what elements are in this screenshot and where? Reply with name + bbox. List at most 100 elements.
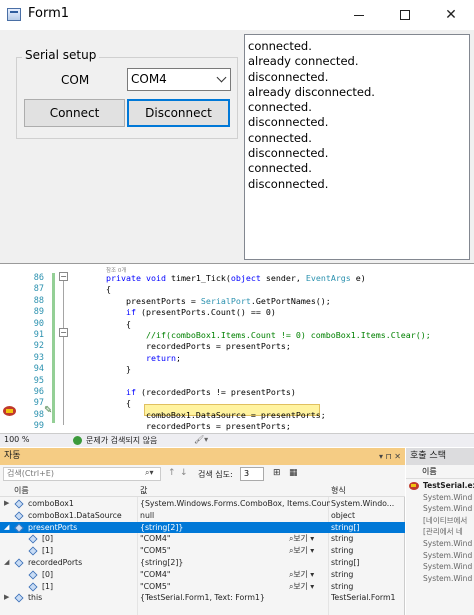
code-line[interactable]: 86 private void timer1_Tick(object sender…: [0, 273, 474, 284]
edit-pencil-icon: ✎: [44, 405, 53, 416]
code-text: {: [106, 318, 131, 329]
com-port-value: COM4: [131, 72, 167, 86]
visualizer-button[interactable]: ⌕보기 ▾: [289, 533, 314, 545]
log-textbox[interactable]: connected. already connected. disconnected…: [244, 34, 470, 260]
search-input[interactable]: 검색(Ctrl+E): [3, 467, 161, 481]
code-line[interactable]: 89 if (presentPorts.Count() == 0): [0, 307, 474, 318]
visualizer-button[interactable]: ⌕보기 ▾: [289, 545, 314, 557]
code-line[interactable]: 97 {: [0, 398, 474, 409]
code-line[interactable]: 88 presentPorts = SerialPort.GetPortName…: [0, 296, 474, 307]
chevron-down-icon: [216, 72, 227, 83]
zoom-level[interactable]: 100 %: [4, 435, 29, 444]
visualizer-button[interactable]: ⌕보기 ▾: [289, 569, 314, 581]
arrow-up-icon[interactable]: ↑: [168, 468, 176, 478]
autos-row[interactable]: ▶ comboBox1 {System.Windows.Forms.ComboBox…: [0, 498, 405, 510]
line-number: 86: [33, 273, 44, 283]
autos-row[interactable]: [1] "COM5" ⌕보기 ▾ string: [0, 581, 405, 593]
call-stack-frame[interactable]: System.Wind: [406, 503, 474, 515]
log-line: disconnected.: [248, 115, 329, 130]
title-bar[interactable]: Form1 ✕: [0, 0, 474, 30]
value-column-header[interactable]: 값: [140, 484, 147, 497]
connect-button[interactable]: Connect: [24, 99, 125, 127]
visualizer-button[interactable]: ⌕보기 ▾: [289, 581, 314, 593]
cleanup-brush-icon[interactable]: 🖌▾: [194, 435, 208, 444]
call-stack-title[interactable]: 호출 스택: [406, 448, 474, 465]
autos-row[interactable]: [1] "COM5" ⌕보기 ▾ string: [0, 545, 405, 557]
variable-icon: [28, 534, 38, 544]
code-text: if (presentPorts.Count() == 0): [125, 307, 276, 318]
autos-window: 자동 ▾ ⊓ ✕ 검색(Ctrl+E) ⌕▾ ↑ ↓ 검색 심도: 3 ⊞ ▦ …: [0, 448, 405, 615]
hex-display-icon[interactable]: ▦: [289, 468, 298, 478]
log-line: connected.: [248, 100, 312, 115]
close-button[interactable]: ✕: [428, 0, 474, 30]
call-stack-frame[interactable]: System.Wind: [406, 550, 474, 562]
autos-row[interactable]: ◢ presentPorts {string[2]} string[]: [0, 521, 405, 534]
visualizer-label: 보기 ▾: [293, 534, 315, 544]
breakpoint-current-icon[interactable]: [3, 406, 16, 416]
com-port-combobox[interactable]: COM4: [127, 68, 231, 91]
code-text: recordedPorts = presentPorts;: [106, 341, 291, 352]
issues-status[interactable]: 문제가 검색되지 않음: [86, 435, 157, 446]
log-line: already disconnected.: [248, 84, 375, 99]
variable-value: {string[2]}: [140, 522, 184, 532]
call-stack-frame[interactable]: System.Wind: [406, 561, 474, 573]
autos-title-bar[interactable]: 자동 ▾ ⊓ ✕: [0, 448, 405, 465]
code-line[interactable]: 91 //if(comboBox1.Items.Count != 0) comb…: [0, 330, 474, 341]
call-stack-name-header[interactable]: 이름: [406, 465, 474, 479]
window-controls[interactable]: ▾ ⊓ ✕: [379, 448, 401, 465]
code-line[interactable]: 95: [0, 376, 474, 387]
arrow-down-icon[interactable]: ↓: [180, 468, 188, 478]
call-stack-frame[interactable]: System.Wind: [406, 492, 474, 504]
maximize-button[interactable]: [382, 0, 428, 30]
collapse-icon[interactable]: ◢: [4, 522, 9, 534]
window-title: Form1: [28, 6, 70, 21]
maximize-icon: [400, 10, 410, 20]
variable-value: {string[2]}: [140, 558, 184, 567]
code-line[interactable]: 92 recordedPorts = presentPorts;: [0, 341, 474, 352]
search-depth-select[interactable]: 3: [240, 467, 264, 481]
search-icon[interactable]: ⌕▾: [145, 468, 154, 478]
minimize-button[interactable]: [336, 0, 382, 30]
variable-icon: [14, 523, 24, 533]
serial-setup-label: Serial setup: [22, 48, 100, 62]
close-icon: ✕: [445, 7, 457, 23]
code-text: private void timer1_Tick(object sender, …: [106, 273, 366, 283]
type-column-header[interactable]: 형식: [331, 484, 346, 497]
autos-row[interactable]: [0] "COM4" ⌕보기 ▾ string: [0, 569, 405, 581]
code-line[interactable]: 96 if (recordedPorts != presentPorts): [0, 387, 474, 398]
expand-icon[interactable]: ▶: [4, 498, 9, 510]
log-line: already connected.: [248, 54, 359, 69]
variable-value: {TestSerial.Form1, Text: Form1}: [140, 593, 265, 603]
visualizer-label: 보기 ▾: [293, 546, 315, 556]
line-number: 97: [33, 398, 44, 409]
code-editor[interactable]: − − 참조 0개 86 private void timer1_Tick(obj…: [0, 265, 474, 433]
pin-icon[interactable]: ⊞: [273, 468, 281, 478]
expand-icon[interactable]: ▶: [4, 592, 9, 604]
name-column-header[interactable]: 이름: [14, 484, 29, 497]
code-line[interactable]: 94 }: [0, 364, 474, 375]
call-stack-frame[interactable]: System.Wind: [406, 538, 474, 550]
autos-row[interactable]: [0] "COM4" ⌕보기 ▾ string: [0, 533, 405, 545]
call-stack-frame[interactable]: [관리에서 네: [406, 526, 474, 538]
autos-row[interactable]: ◢ recordedPorts {string[2]} string[]: [0, 557, 405, 569]
code-line[interactable]: 99 recordedPorts = presentPorts;: [0, 421, 474, 432]
disconnect-button[interactable]: Disconnect: [127, 99, 230, 127]
autos-row[interactable]: comboBox1.DataSource null object: [0, 510, 405, 522]
code-line[interactable]: 93 return;: [0, 353, 474, 364]
line-number: 98: [33, 409, 44, 420]
code-line[interactable]: 90 {: [0, 319, 474, 330]
call-stack-frame[interactable]: System.Wind: [406, 573, 474, 585]
code-text: presentPorts = SerialPort.GetPortNames()…: [106, 295, 331, 306]
call-stack-frame[interactable]: [네이티브에서: [406, 515, 474, 527]
code-line[interactable]: 98 comboBox1.DataSource = presentPorts;: [0, 410, 474, 421]
code-line[interactable]: 87 {: [0, 284, 474, 295]
app-icon: [7, 8, 21, 21]
visualizer-label: 보기 ▾: [293, 581, 315, 591]
collapse-icon[interactable]: ◢: [4, 557, 9, 569]
variable-type: string[]: [331, 558, 360, 567]
variable-value: null: [140, 510, 155, 520]
code-text: recordedPorts = presentPorts;: [106, 421, 291, 432]
line-number: 87: [33, 284, 44, 295]
autos-row[interactable]: ▶ this {TestSerial.Form1, Text: Form1} Test…: [0, 592, 405, 604]
call-stack-frame[interactable]: TestSerial.exe: [406, 480, 474, 492]
